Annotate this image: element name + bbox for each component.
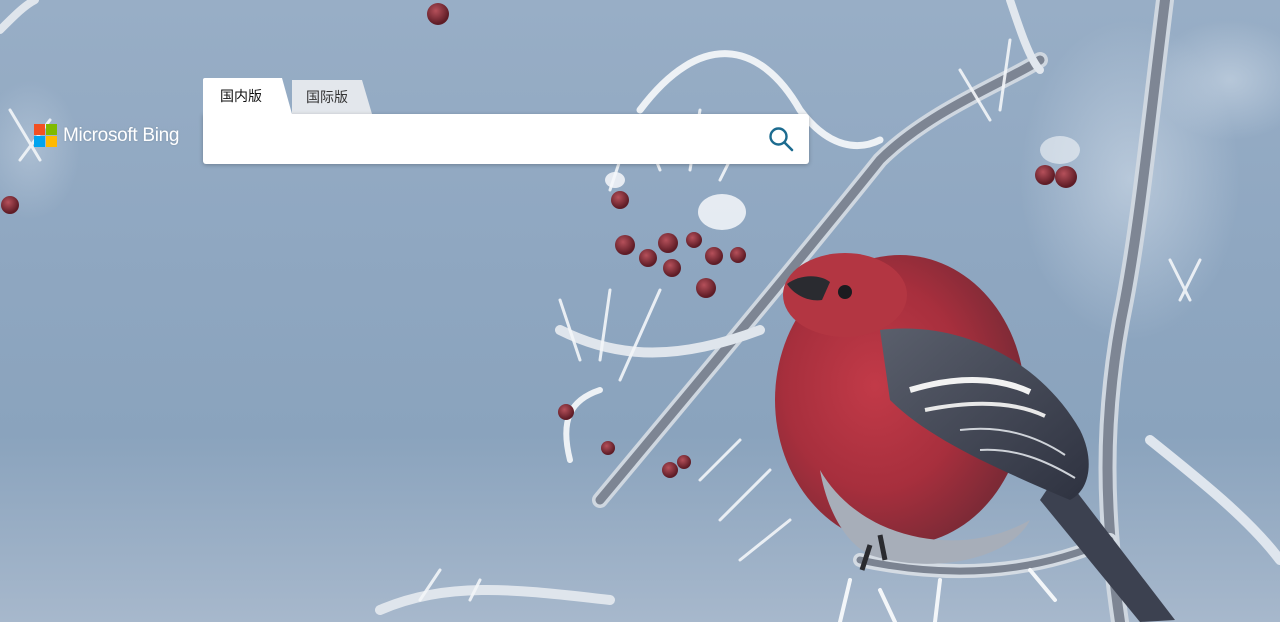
logo-square-yellow (46, 136, 57, 147)
background-photo (0, 0, 1280, 622)
logo-square-red (34, 124, 45, 135)
bing-homepage: Microsoft Bing 国内版 国际版 (0, 0, 1280, 622)
search-icon (769, 127, 794, 152)
logo-square-blue (34, 136, 45, 147)
region-tabs: 国内版 国际版 (203, 78, 372, 114)
search-input[interactable] (217, 115, 763, 163)
tab-domestic[interactable]: 国内版 (203, 78, 292, 114)
microsoft-logo-icon (34, 124, 57, 147)
logo-text: Microsoft Bing (63, 124, 180, 146)
logo-square-green (46, 124, 57, 135)
search-box (203, 114, 809, 164)
search-button[interactable] (763, 121, 799, 157)
tab-international[interactable]: 国际版 (292, 80, 372, 114)
microsoft-bing-logo[interactable]: Microsoft Bing (34, 124, 179, 147)
